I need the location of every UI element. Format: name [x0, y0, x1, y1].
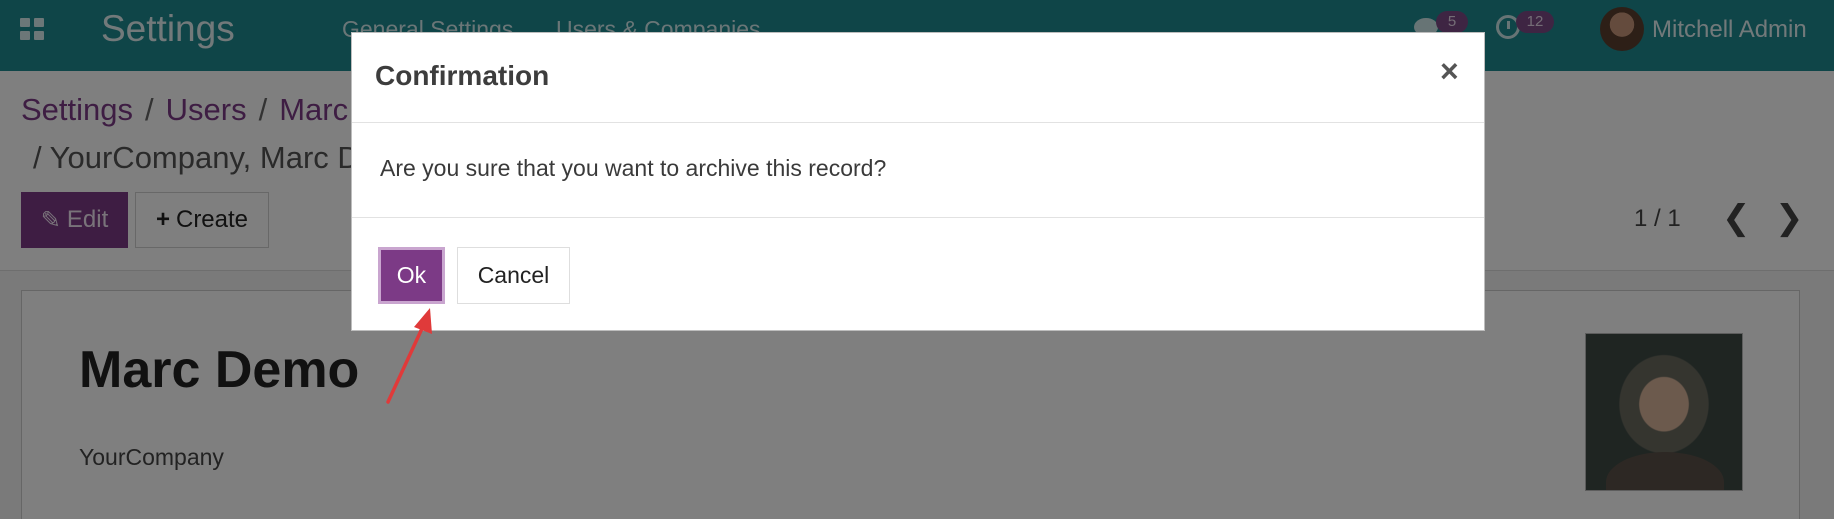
- dialog-body: Are you sure that you want to archive th…: [352, 123, 1484, 218]
- ok-button[interactable]: Ok: [378, 247, 445, 304]
- dialog-header: Confirmation ×: [352, 33, 1484, 123]
- dialog-title: Confirmation: [375, 60, 550, 91]
- dialog-message: Are you sure that you want to archive th…: [380, 155, 887, 181]
- annotation-arrow-icon: [386, 308, 432, 404]
- close-icon[interactable]: ×: [1440, 53, 1459, 90]
- confirmation-dialog: Confirmation × Are you sure that you wan…: [351, 32, 1485, 331]
- cancel-button[interactable]: Cancel: [457, 247, 570, 304]
